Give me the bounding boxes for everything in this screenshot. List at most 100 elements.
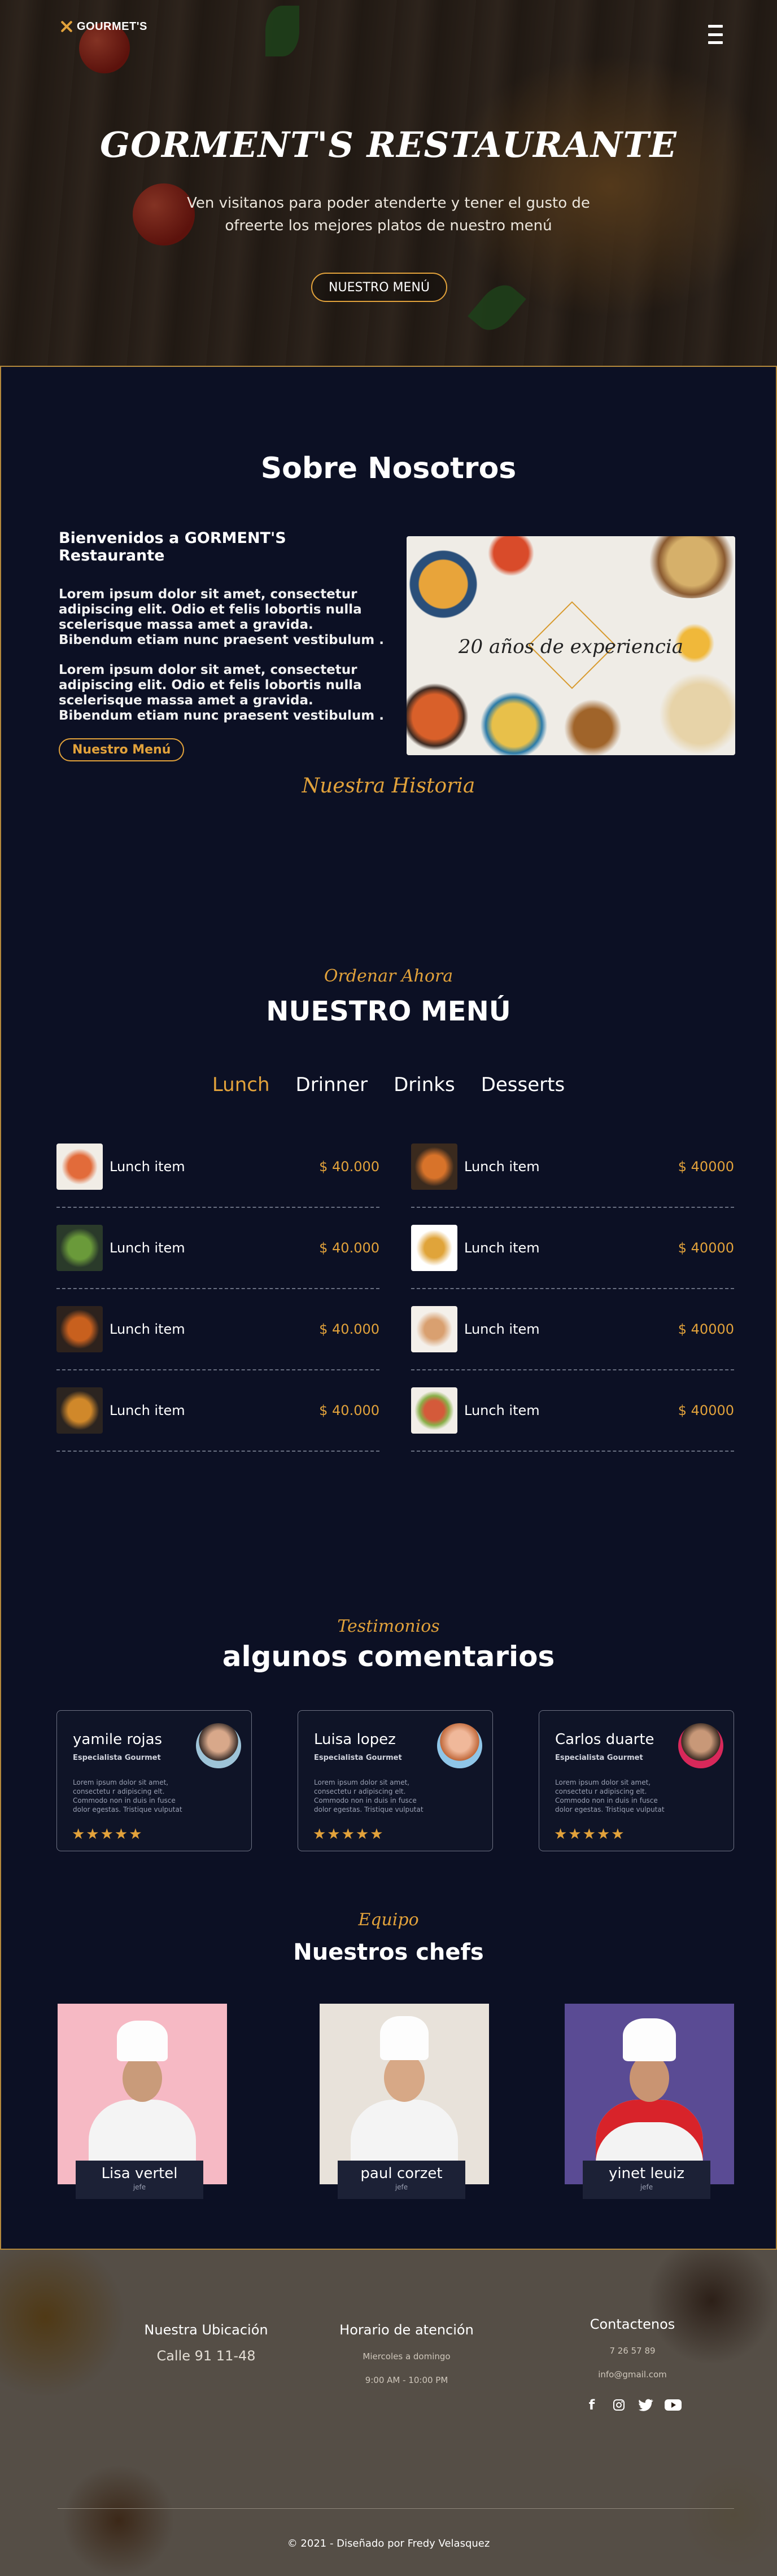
menu-kicker: Ordenar Ahora (324, 966, 453, 986)
menu-item-name: Lunch item (110, 1159, 185, 1175)
menu-item-name: Lunch item (110, 1403, 185, 1418)
hamburger-menu-icon[interactable] (708, 25, 723, 44)
experience-badge-text: 20 años de experiencia (458, 636, 684, 658)
location-title: Nuestra Ubicación (144, 2322, 268, 2338)
tab-desserts[interactable]: Desserts (481, 1074, 565, 1096)
about-heading: Bienvenidos a GORMENT'S Restaurante (59, 529, 286, 564)
dish-thumbnail (56, 1306, 103, 1352)
chef-name: paul corzet (360, 2165, 443, 2182)
twitter-icon[interactable] (638, 2397, 654, 2413)
menu-item-price: $ 40.000 (319, 1321, 379, 1337)
menu-tabs: Lunch Drinner Drinks Desserts (1, 1074, 776, 1096)
chef-photo (58, 2004, 227, 2184)
chefs-kicker: Equipo (358, 1910, 419, 1930)
social-links: f (570, 2397, 695, 2413)
chef-name: yinet leuiz (608, 2165, 685, 2182)
chef-photo (320, 2004, 489, 2184)
testimonial-cards: yamile rojas Especialista Gourmet Lorem … (56, 1710, 734, 1851)
review-text: Lorem ipsum dolor sit amet, consectetu r… (555, 1778, 665, 1813)
dish-thumbnail (56, 1144, 103, 1190)
footer-hours: Horario de atención Miercoles a domingo … (328, 2322, 486, 2385)
hero-subtitle: Ven visitanos para poder atenderte y ten… (187, 195, 590, 234)
review-text: Lorem ipsum dolor sit amet, consectetu r… (314, 1778, 424, 1813)
chef-name-plate: yinet leuiz jefe (583, 2161, 710, 2199)
brand-logo[interactable]: GOURMET'S (59, 19, 147, 34)
menu-item-grid: Lunch item $ 40.000 Lunch item $ 40000 L… (56, 1127, 734, 1452)
menu-item[interactable]: Lunch item $ 40000 (411, 1370, 734, 1452)
about-section: Nuestra Historia Sobre Nosotros Bienveni… (1, 367, 776, 961)
chef-card: yinet leuiz jefe (565, 2004, 734, 2199)
dish-thumbnail (411, 1225, 457, 1271)
logo-text: GOURMET'S (77, 20, 147, 33)
menu-item-price: $ 40000 (678, 1403, 734, 1418)
chef-role: jefe (395, 2183, 408, 2191)
menu-item[interactable]: Lunch item $ 40.000 (56, 1370, 379, 1452)
menu-item[interactable]: Lunch item $ 40.000 (56, 1208, 379, 1289)
dish-thumbnail (411, 1144, 457, 1190)
chef-role: jefe (640, 2183, 653, 2191)
chefs-section: Equipo Nuestros chefs Lisa vertel jefe p… (1, 1910, 776, 2249)
hours-time: 9:00 AM - 10:00 PM (365, 2375, 448, 2385)
menu-item-name: Lunch item (110, 1240, 185, 1256)
avatar (437, 1723, 482, 1768)
rating-stars: ★★★★★ (554, 1826, 626, 1843)
chef-name-plate: paul corzet jefe (338, 2161, 465, 2199)
about-paragraph: Lorem ipsum dolor sit amet, consectetur … (59, 587, 384, 647)
menu-item[interactable]: Lunch item $ 40000 (411, 1127, 734, 1208)
tab-dinner[interactable]: Drinner (296, 1074, 368, 1096)
menu-item[interactable]: Lunch item $ 40000 (411, 1208, 734, 1289)
chefs-title: Nuestros chefs (293, 1939, 484, 1965)
hours-days: Miercoles a domingo (363, 2351, 451, 2362)
contact-phone: 7 26 57 89 (609, 2346, 656, 2356)
dish-thumbnail (56, 1387, 103, 1434)
menu-section: Ordenar Ahora NUESTRO MENÚ Lunch Drinner… (1, 961, 776, 1616)
main-content: Nuestra Historia Sobre Nosotros Bienveni… (0, 366, 777, 2250)
menu-item-price: $ 40.000 (319, 1240, 379, 1256)
rating-stars: ★★★★★ (313, 1826, 385, 1843)
about-title: Sobre Nosotros (260, 452, 517, 485)
testimonials-kicker: Testimonios (337, 1616, 440, 1636)
menu-item-name: Lunch item (464, 1403, 540, 1418)
tab-lunch[interactable]: Lunch (212, 1074, 270, 1096)
dish-thumbnail (411, 1387, 457, 1434)
menu-item[interactable]: Lunch item $ 40000 (411, 1289, 734, 1370)
copyright-text: © 2021 - Diseñado por Fredy Velasquez (287, 2538, 490, 2549)
avatar (196, 1723, 241, 1768)
menu-item-name: Lunch item (464, 1321, 540, 1337)
facebook-icon[interactable]: f (583, 2397, 600, 2413)
chef-card: paul corzet jefe (320, 2004, 489, 2199)
menu-item-price: $ 40000 (678, 1240, 734, 1256)
hero-section: GOURMET'S GORMENT'S RESTAURANTE Ven visi… (0, 0, 777, 366)
menu-item[interactable]: Lunch item $ 40.000 (56, 1289, 379, 1370)
testimonial-card: yamile rojas Especialista Gourmet Lorem … (56, 1710, 252, 1851)
testimonials-section: Testimonios algunos comentarios yamile r… (1, 1616, 776, 1910)
menu-item[interactable]: Lunch item $ 40.000 (56, 1127, 379, 1208)
footer-contact: Contactenos 7 26 57 89 info@gmail.com f (570, 2316, 695, 2413)
hours-title: Horario de atención (339, 2322, 474, 2338)
chef-photo (565, 2004, 734, 2184)
contact-email[interactable]: info@gmail.com (570, 2369, 695, 2380)
menu-item-name: Lunch item (464, 1240, 540, 1256)
about-menu-button[interactable]: Nuestro Menú (59, 738, 185, 761)
menu-item-name: Lunch item (464, 1159, 540, 1175)
menu-item-price: $ 40000 (678, 1159, 734, 1175)
menu-item-price: $ 40.000 (319, 1159, 379, 1175)
chef-card: Lisa vertel jefe (58, 2004, 227, 2199)
menu-item-name: Lunch item (110, 1321, 185, 1337)
about-text-block: Bienvenidos a GORMENT'S Restaurante Lore… (59, 529, 386, 761)
footer-location: Nuestra Ubicación Calle 91 11-48 (130, 2322, 282, 2364)
hero-menu-button[interactable]: NUESTRO MENÚ (311, 273, 447, 302)
crossed-utensils-icon (59, 19, 73, 34)
tab-drinks[interactable]: Drinks (394, 1074, 455, 1096)
menu-item-price: $ 40000 (678, 1321, 734, 1337)
instagram-icon[interactable] (610, 2397, 627, 2413)
testimonials-title: algunos comentarios (222, 1640, 555, 1673)
about-food-image: 20 años de experiencia (407, 536, 735, 755)
hero-title: GORMENT'S RESTAURANTE (100, 124, 677, 165)
dish-thumbnail (56, 1225, 103, 1271)
about-kicker: Nuestra Historia (302, 774, 475, 798)
youtube-icon[interactable] (665, 2397, 682, 2413)
avatar (678, 1723, 723, 1768)
menu-title: NUESTRO MENÚ (266, 996, 511, 1027)
testimonial-card: Luisa lopez Especialista Gourmet Lorem i… (298, 1710, 493, 1851)
